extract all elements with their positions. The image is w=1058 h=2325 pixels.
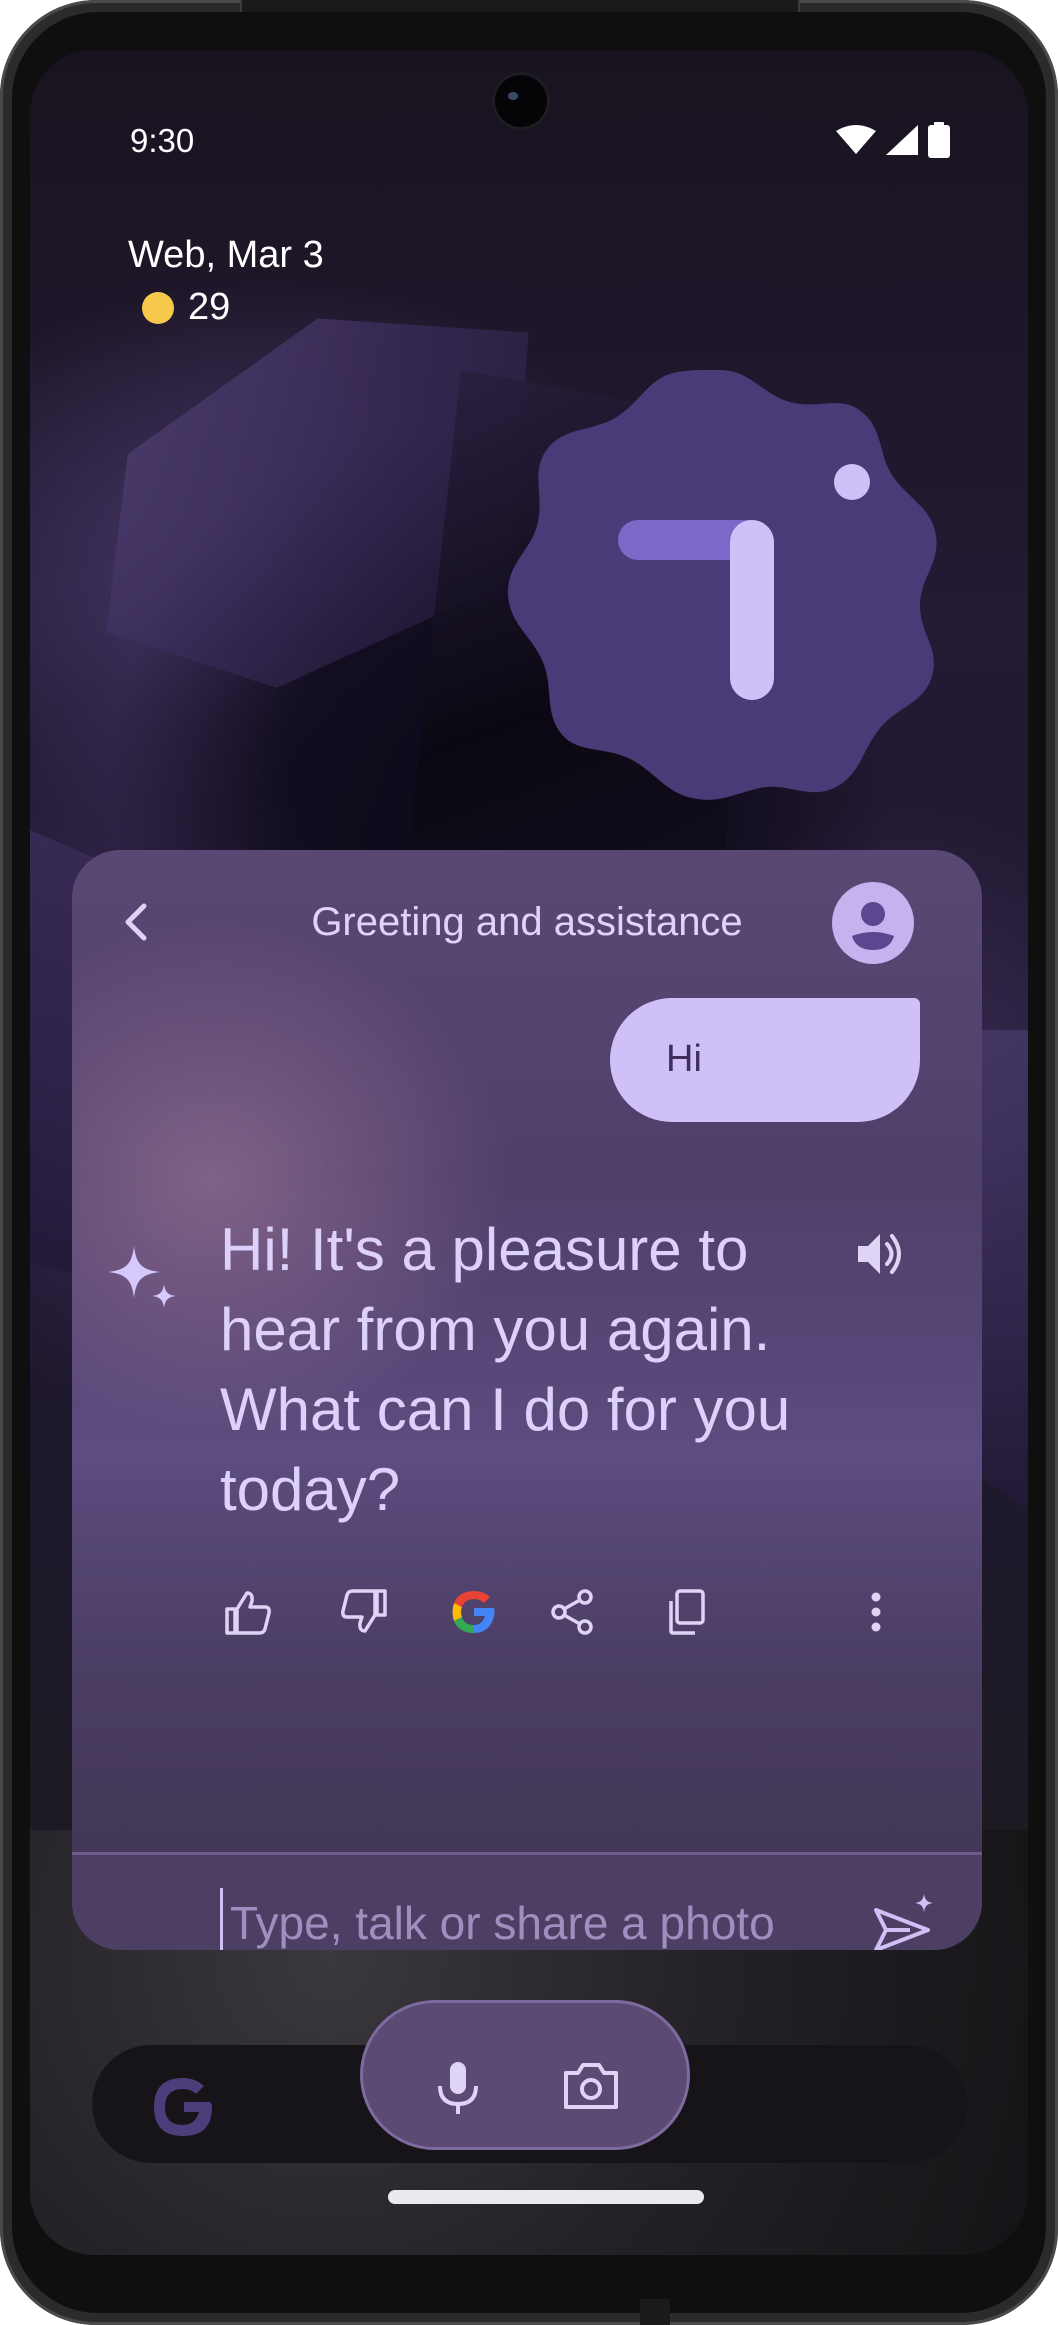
thumbs-down-icon [341,1589,387,1633]
response-actions [220,1584,910,1644]
status-time: 9:30 [130,122,195,159]
phone-frame: 9:30 Web, Mar 3 29 Greeting and assistan… [0,0,1058,2325]
clock-second-dot [834,464,870,500]
google-icon [452,1591,495,1633]
wifi-icon [836,125,876,154]
copy-button[interactable] [658,1584,714,1640]
screen: 9:30 Web, Mar 3 29 Greeting and assistan… [30,50,1028,2255]
user-message-text: Hi [666,1038,702,1080]
assistant-panel: Greeting and assistance Hi Hi! It's a pl… [72,850,982,1950]
phone-bottom-edge [640,2299,670,2325]
text-cursor [220,1888,223,1950]
clock-minute-hand [730,520,774,700]
speaker-icon[interactable] [854,1228,906,1280]
status-icons [836,122,950,158]
send-icon[interactable] [870,1890,938,1950]
avatar[interactable] [832,882,914,964]
glance-weather[interactable]: 29 [142,286,230,329]
thumbs-up-icon [225,1591,271,1635]
thumbs-down-button[interactable] [336,1584,392,1640]
copy-icon [669,1589,705,1635]
front-camera [492,72,550,130]
user-message-bubble: Hi [610,998,920,1122]
home-gesture-bar[interactable] [388,2190,704,2204]
clock-widget[interactable] [500,360,940,800]
camera-icon[interactable] [560,2055,622,2117]
account-icon [852,902,894,950]
more-icon [871,1592,881,1632]
input-divider [72,1852,982,1855]
signal-icon [886,125,918,155]
glance-date[interactable]: Web, Mar 3 [128,234,324,277]
gemini-sparkle-icon [108,1246,176,1308]
sun-icon [142,291,174,324]
share-icon [551,1589,593,1635]
mic-icon[interactable] [430,2060,486,2116]
google-logo-icon[interactable] [148,2072,218,2142]
thumbs-up-button[interactable] [220,1584,276,1640]
battery-icon [928,122,950,158]
message-input[interactable]: Type, talk or share a photo [230,1896,775,1950]
share-button[interactable] [544,1584,600,1640]
voice-camera-pill [360,2000,690,2150]
clock-face [508,369,937,800]
assistant-reply-text: Hi! It's a pleasure to hear from you aga… [220,1216,791,1523]
glance-temperature: 29 [188,286,231,328]
more-options-button[interactable] [848,1584,904,1640]
google-search-button[interactable] [446,1584,502,1640]
